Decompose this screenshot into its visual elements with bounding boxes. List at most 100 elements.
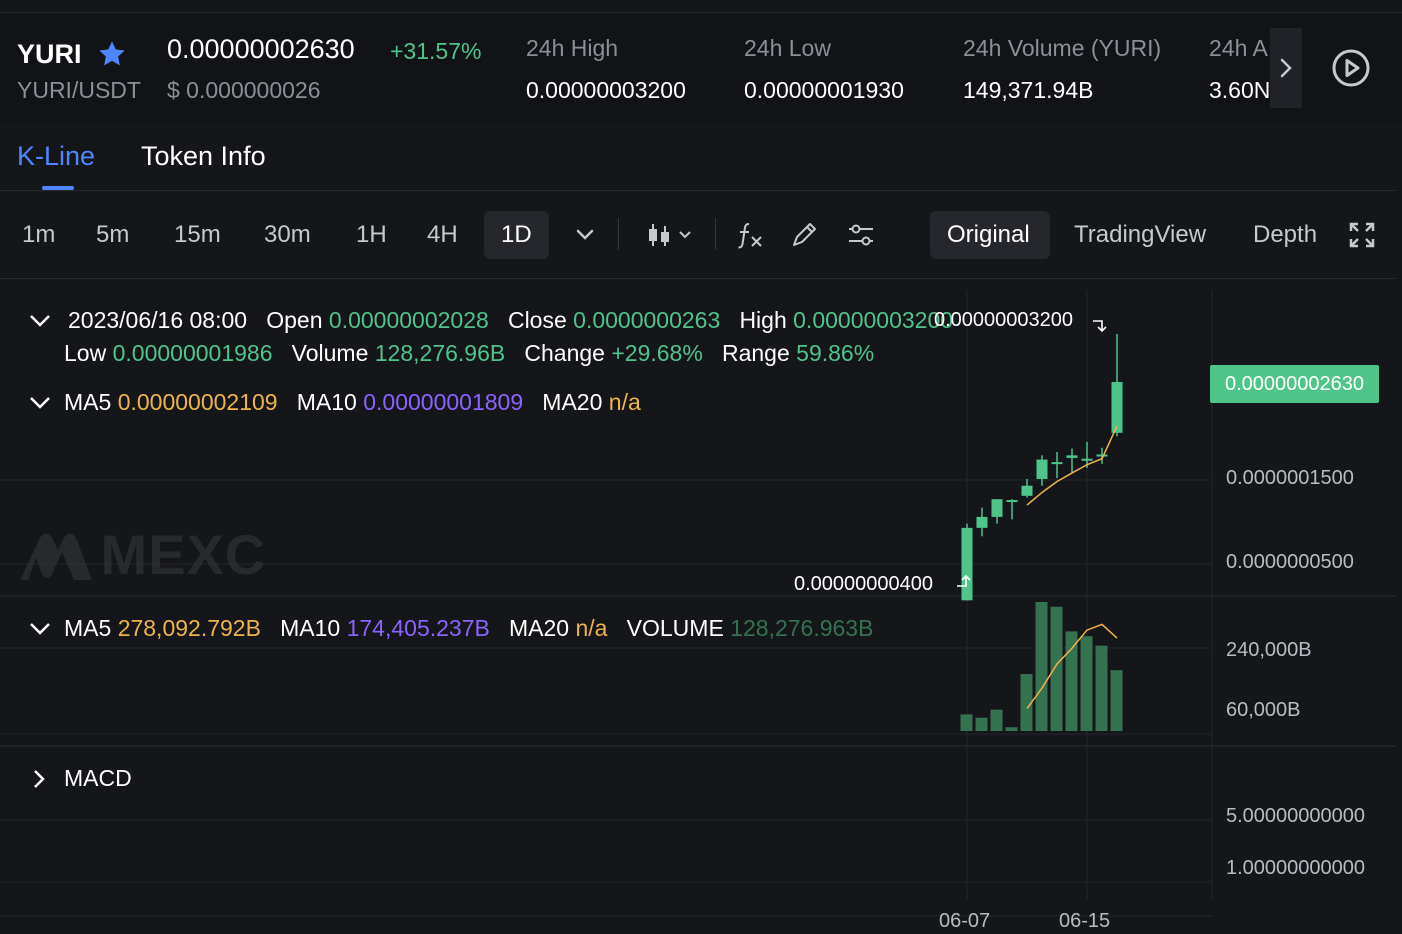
chevron-right-icon <box>1280 58 1292 78</box>
vol-ma5-value: 278,092.792B <box>117 615 261 641</box>
watermark-text: MEXC <box>100 523 267 586</box>
last-price: 0.00000002630 <box>167 34 355 64</box>
ma-legend-collapse-chevron-icon[interactable] <box>28 394 52 412</box>
candle-body <box>991 499 1003 517</box>
vol-ma5-label: MA5 <box>64 615 112 641</box>
divider <box>0 190 1396 191</box>
drawing-pencil-icon[interactable] <box>790 221 820 249</box>
ma20-value: n/a <box>608 389 641 415</box>
candle-body <box>1111 382 1123 433</box>
volume-value: 128,276.963B <box>730 615 874 641</box>
legend-close-value: 0.0000000263 <box>573 307 721 333</box>
timeframe-1h[interactable]: 1H <box>356 221 387 249</box>
candlestick-type-icon[interactable] <box>646 220 696 250</box>
favorite-star-icon[interactable] <box>96 38 128 70</box>
last-price-tag: 0.00000002630 <box>1210 365 1379 403</box>
trading-pair: YURI/USDT <box>17 77 141 103</box>
volume-bar <box>1110 670 1123 731</box>
vol-ma20-value: n/a <box>575 615 608 641</box>
macd-label[interactable]: MACD <box>64 765 132 792</box>
candle-body <box>1036 459 1048 479</box>
volume-bar <box>1035 602 1048 731</box>
legend-volume-label: Volume <box>291 340 369 366</box>
candle-body <box>1051 462 1063 465</box>
ma20-label: MA20 <box>542 389 603 415</box>
mexc-logo-icon <box>20 533 92 580</box>
symbol-name: YURI <box>17 39 82 69</box>
vol-ma20-label: MA20 <box>509 615 570 641</box>
chart-grid <box>0 290 1396 917</box>
scroll-stats-right-button[interactable] <box>1270 28 1302 108</box>
stat-24h-amount-label: 24h A <box>1209 35 1268 61</box>
view-original[interactable]: Original <box>947 221 1030 249</box>
candle-body <box>1066 455 1078 458</box>
ma5-label: MA5 <box>64 389 112 415</box>
ma10-value: 0.00000001809 <box>363 389 524 415</box>
legend-range-label: Range <box>721 340 790 366</box>
volume-y-tick-label: 60,000B <box>1226 699 1301 721</box>
legend-high-value: 0.00000003200 <box>793 307 954 333</box>
legend-close-label: Close <box>507 307 567 333</box>
timeframe-30m[interactable]: 30m <box>264 221 311 249</box>
y-tick-label: 0.0000000500 <box>1226 551 1354 573</box>
toolbar-separator <box>715 218 716 250</box>
price-change-percent: +31.57% <box>390 38 482 64</box>
indicators-fx-icon[interactable] <box>735 220 765 250</box>
legend-collapse-chevron-icon[interactable] <box>28 312 52 330</box>
volume-bar <box>1005 727 1018 731</box>
macd-y-tick-label: 5.00000000000 <box>1226 805 1366 827</box>
candlestick-series <box>961 334 1123 601</box>
vol-ma10-value: 174,405.237B <box>346 615 490 641</box>
volume-ma-legend: MA5 278,092.792B MA10 174,405.237B MA20 … <box>64 615 873 642</box>
ohlc-legend-row-2: Low 0.00000001986 Volume 128,276.96B Cha… <box>64 340 874 367</box>
stat-24h-high-value: 0.00000003200 <box>526 77 686 103</box>
volume-legend-collapse-chevron-icon[interactable] <box>28 620 52 638</box>
legend-change-label: Change <box>524 340 605 366</box>
stat-24h-low-value: 0.00000001930 <box>744 77 904 103</box>
tab-k-line[interactable]: K-Line <box>17 141 95 172</box>
macd-expand-chevron-icon[interactable] <box>30 768 48 790</box>
y-tick-label: 0.0000001500 <box>1226 467 1354 489</box>
volume-bar <box>975 717 988 731</box>
timeframe-5m[interactable]: 5m <box>96 221 129 249</box>
candle-body <box>1006 500 1018 503</box>
legend-date: 2023/06/16 08:00 <box>68 307 248 333</box>
timeframe-4h[interactable]: 4H <box>427 221 458 249</box>
legend-volume-value: 128,276.96B <box>374 340 506 366</box>
legend-open-label: Open <box>266 307 323 333</box>
legend-high-label: High <box>739 307 787 333</box>
candle-body <box>1081 458 1093 461</box>
candle-body <box>1021 485 1033 496</box>
macd-y-tick-label: 1.00000000000 <box>1226 857 1366 879</box>
volume-y-tick-label: 240,000B <box>1226 639 1312 661</box>
x-tick-label: 06-07 <box>939 910 991 932</box>
stat-24h-volume-label: 24h Volume (YURI) <box>963 35 1162 61</box>
fullscreen-expand-icon[interactable] <box>1349 222 1375 248</box>
timeframe-1d[interactable]: 1D <box>501 221 532 249</box>
stat-24h-amount-value: 3.60N <box>1209 77 1271 103</box>
legend-low-value: 0.00000001986 <box>112 340 273 366</box>
legend-change-value: +29.68% <box>611 340 703 366</box>
stat-24h-high-label: 24h High <box>526 35 619 61</box>
ma5-value: 0.00000002109 <box>117 389 278 415</box>
view-depth[interactable]: Depth <box>1253 221 1317 249</box>
settings-sliders-icon[interactable] <box>846 221 876 249</box>
play-circle-icon[interactable] <box>1331 48 1371 88</box>
usd-price: $ 0.000000026 <box>167 77 321 103</box>
view-tradingview[interactable]: TradingView <box>1074 221 1206 249</box>
timeframe-15m[interactable]: 15m <box>174 221 221 249</box>
volume-bar <box>1050 606 1063 731</box>
candle-body <box>976 516 988 528</box>
divider <box>0 278 1396 279</box>
min-price-marker: 0.00000000400 <box>794 573 934 595</box>
market-header: YURI YURI/USDT 0.00000002630 +31.57% $ 0… <box>0 12 1402 123</box>
volume-label: VOLUME <box>626 615 724 641</box>
tab-token-info[interactable]: Token Info <box>141 141 266 172</box>
volume-bar <box>1080 636 1093 731</box>
timeframe-dropdown-chevron-icon[interactable] <box>573 224 597 246</box>
volume-series <box>960 602 1123 731</box>
kline-chart[interactable] <box>0 280 1402 934</box>
volume-bar <box>960 714 973 731</box>
timeframe-1m[interactable]: 1m <box>22 221 55 249</box>
stat-24h-low-label: 24h Low <box>744 35 831 61</box>
